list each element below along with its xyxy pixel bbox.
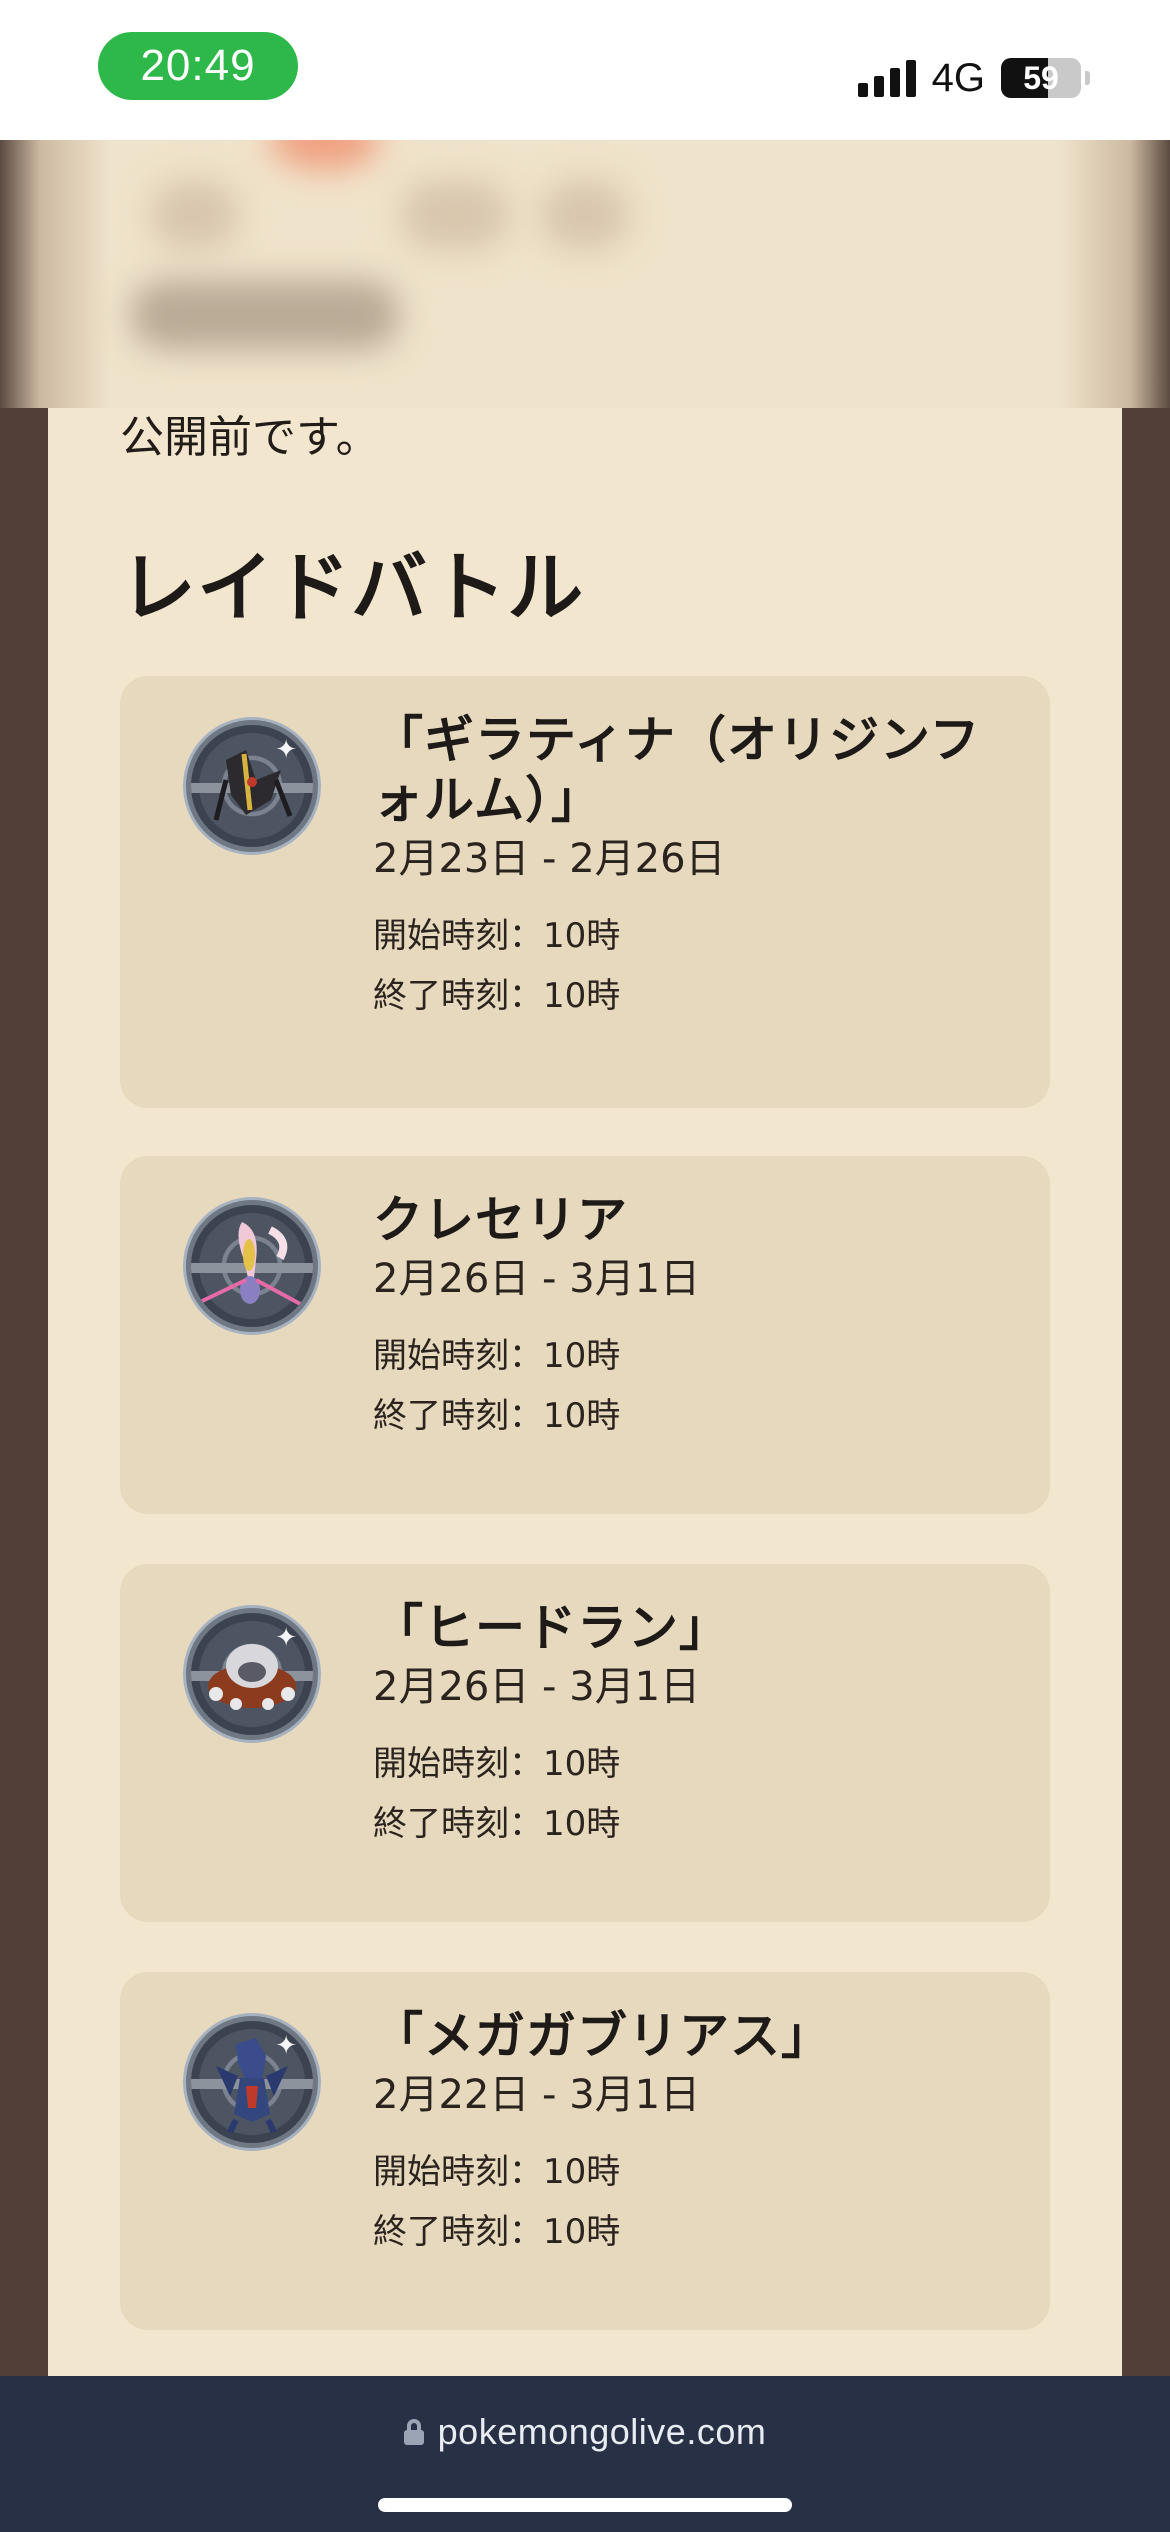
raid-end-time: 終了時刻：10時 <box>373 2212 621 2252</box>
raid-boss-name: 「ギラティナ（オリジンフォルム）」 <box>373 711 981 829</box>
home-indicator[interactable] <box>378 2498 792 2512</box>
url-field[interactable]: pokemongolive.com <box>0 2404 1170 2460</box>
browser-address-bar[interactable]: pokemongolive.com <box>0 2376 1170 2532</box>
raid-end-time: 終了時刻：10時 <box>373 976 621 1016</box>
raid-card[interactable]: ✦ 「ギラティナ（オリジンフォルム）」 2月23日 - 2月26日 開始時刻：1… <box>120 676 1050 1108</box>
raid-card[interactable]: ✦ 「メガガブリアス」 2月22日 - 3月1日 開始時刻：10時 終了時刻：1… <box>120 1972 1050 2330</box>
raid-info: 「メガガブリアス」 2月22日 - 3月1日 開始時刻：10時 終了時刻：10時 <box>373 2006 1010 2262</box>
heatran-icon: ✦ <box>186 1608 318 1740</box>
raid-start-time: 開始時刻：10時 <box>373 1744 621 1784</box>
raid-info: 「ヒードラン」 2月26日 - 3月1日 開始時刻：10時 終了時刻：10時 <box>373 1598 1010 1854</box>
intro-text: 公開前です。 <box>120 412 380 463</box>
raid-boss-name: クレセリア <box>373 1191 628 1249</box>
battery-level: 59 <box>1023 60 1059 96</box>
raid-info: クレセリア 2月26日 - 3月1日 開始時刻：10時 終了時刻：10時 <box>373 1190 1010 1446</box>
giratina-origin-icon: ✦ <box>186 720 318 852</box>
battery-icon: 59 <box>1001 58 1081 98</box>
url-text: pokemongolive.com <box>437 2411 767 2452</box>
raid-dates: 2月23日 - 2月26日 <box>373 836 726 882</box>
blurred-site-header <box>0 140 1170 408</box>
raid-end-time: 終了時刻：10時 <box>373 1396 621 1436</box>
raid-card[interactable]: ✦ 「ヒードラン」 2月26日 - 3月1日 開始時刻：10時 終了時刻：10時 <box>120 1564 1050 1922</box>
status-bar: 20:49 4G 59 <box>0 0 1170 140</box>
raid-start-time: 開始時刻：10時 <box>373 2152 621 2192</box>
raid-boss-name: 「メガガブリアス」 <box>373 2007 832 2065</box>
raid-boss-name: 「ヒードラン」 <box>373 1599 730 1657</box>
cellular-signal-icon <box>857 59 916 97</box>
content-panel: 公開前です。 レイドバトル ✦ 「ギラティナ（オリジンフォルム）」 2月23日 … <box>48 408 1122 2376</box>
raid-info: 「ギラティナ（オリジンフォルム）」 2月23日 - 2月26日 開始時刻：10時… <box>373 710 1010 1026</box>
status-time[interactable]: 20:49 <box>98 32 298 100</box>
raid-dates: 2月22日 - 3月1日 <box>373 2072 701 2118</box>
status-indicators: 4G 59 <box>857 54 1090 102</box>
battery-cap <box>1085 71 1090 85</box>
cresselia-icon <box>186 1200 318 1332</box>
mega-garchomp-icon: ✦ <box>186 2016 318 2148</box>
raid-dates: 2月26日 - 3月1日 <box>373 1256 701 1302</box>
lock-icon <box>403 2419 424 2445</box>
raid-card[interactable]: クレセリア 2月26日 - 3月1日 開始時刻：10時 終了時刻：10時 <box>120 1156 1050 1514</box>
raid-start-time: 開始時刻：10時 <box>373 1336 621 1376</box>
raid-dates: 2月26日 - 3月1日 <box>373 1664 701 1710</box>
raid-end-time: 終了時刻：10時 <box>373 1804 621 1844</box>
section-title: レイドバトル <box>120 543 585 632</box>
raid-start-time: 開始時刻：10時 <box>373 916 621 956</box>
network-type: 4G <box>931 55 985 100</box>
